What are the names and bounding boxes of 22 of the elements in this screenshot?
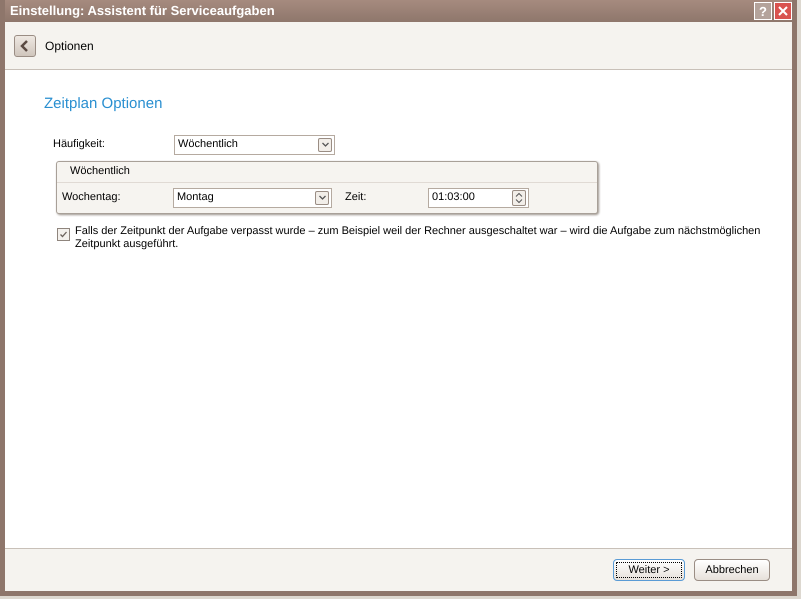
cancel-button[interactable]: Abbrechen [694,559,770,581]
field-label: Wochentag: [62,190,122,206]
close-icon [778,6,788,16]
weekday-dropdown[interactable]: Montag [173,188,332,208]
field-label: Häufigkeit: [53,137,106,152]
chevron-down-icon [318,193,326,202]
chevron-down-icon [320,140,330,149]
group-title: Wöchentlich [70,164,130,180]
window-title: Einstellung: Assistent für Serviceaufgaben [10,2,276,20]
checkbox-label: Falls der Zeitpunkt der Aufgabe verpasst wurde – zum Beispiel weil der Rechner ausgeschaltet war – wird die Aufgabe zum nächstmöglichen Zeitpunkt ausgeführt. [75,224,762,250]
time-spinner[interactable]: 01:03:00 [428,188,529,208]
frequency-dropdown[interactable]: Wöchentlich [174,134,335,154]
field-label: Zeit: [345,190,368,206]
section-heading: Zeitplan Optionen [44,94,164,114]
back-button[interactable] [14,34,36,56]
page-title: Optionen [45,38,94,54]
next-button[interactable]: Weiter > [613,559,685,581]
up-down-arrows-icon [515,192,523,204]
checkbox[interactable] [57,228,70,240]
chevron-left-icon [20,40,30,52]
close-button[interactable] [774,2,792,20]
check-icon [59,230,68,238]
